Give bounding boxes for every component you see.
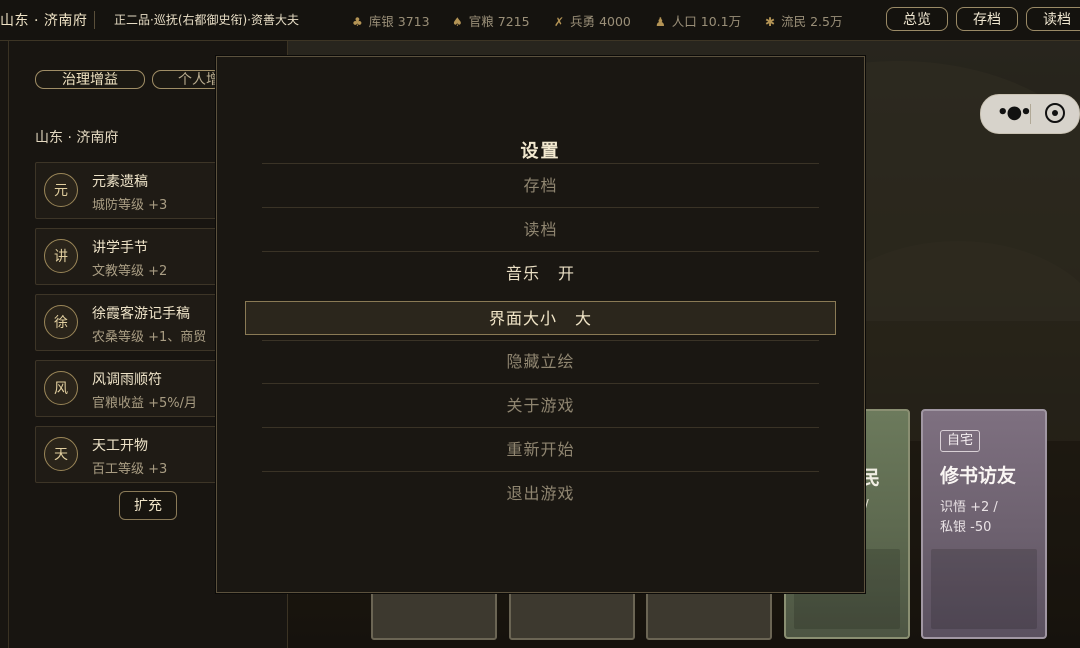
buff-effect: 城防等级 +3 xyxy=(92,198,168,213)
buff-effect: 百工等级 +3 xyxy=(92,462,168,477)
settings-title: 设置 xyxy=(520,141,561,162)
top-bar: 山东 · 济南府 正二品·巡抚(右都御史衔)·资善大夫 ♣ 库银 3713 ♠ 官粮… xyxy=(0,0,1080,41)
save-button[interactable]: 存档 xyxy=(956,7,1018,31)
official-rank: 正二品·巡抚(右都御史衔)·资善大夫 xyxy=(114,13,299,27)
settings-modal: 设置 存档 读档 音乐开 界面大小大 隐藏立绘 关于游戏 重新开始 退出游戏 xyxy=(216,56,865,593)
buff-name: 徐霞客游记手稿 xyxy=(92,306,190,322)
card-effect: 识悟 +2 / xyxy=(940,500,998,515)
buff-effect: 文教等级 +2 xyxy=(92,264,168,279)
buff-item[interactable]: 风 风调雨顺符 官粮收益 +5%/月 xyxy=(35,360,227,417)
buff-effect: 农桑等级 +1、商贸 xyxy=(92,330,207,345)
resource-population: ♟ 人口 10.1万 xyxy=(655,14,742,29)
menu-item-save[interactable]: 存档 xyxy=(245,169,836,203)
divider xyxy=(94,11,95,29)
menu-item-restart[interactable]: 重新开始 xyxy=(245,433,836,467)
menu-item-music[interactable]: 音乐开 xyxy=(245,257,836,291)
resource-soldiers: ✗ 兵勇 4000 xyxy=(554,14,631,29)
divider xyxy=(262,471,819,472)
card-artwork xyxy=(931,549,1037,629)
close-target-icon[interactable] xyxy=(1045,103,1065,123)
more-icon[interactable]: •●• xyxy=(997,102,1032,123)
action-card[interactable] xyxy=(371,590,497,640)
load-button[interactable]: 读档 xyxy=(1026,7,1080,31)
card-location-tag: 自宅 xyxy=(940,430,981,452)
silver-icon: ♣ xyxy=(352,15,363,29)
buff-badge-icon: 讲 xyxy=(44,239,78,273)
ui-size-value: 大 xyxy=(575,309,593,328)
resource-grain: ♠ 官粮 7215 xyxy=(452,14,530,29)
tab-governance[interactable]: 治理增益 xyxy=(35,70,145,89)
buff-item[interactable]: 讲 讲学手节 文教等级 +2 xyxy=(35,228,227,285)
action-card[interactable] xyxy=(509,590,635,640)
buff-name: 元素遗稿 xyxy=(92,174,148,190)
buff-effect: 官粮收益 +5%/月 xyxy=(92,396,198,411)
menu-item-exit[interactable]: 退出游戏 xyxy=(245,477,836,511)
action-card[interactable] xyxy=(646,590,772,640)
divider xyxy=(262,383,819,384)
refugee-icon: ✱ xyxy=(765,15,776,29)
overview-button[interactable]: 总览 xyxy=(886,7,948,31)
menu-item-hide-portrait[interactable]: 隐藏立绘 xyxy=(245,345,836,379)
expand-button[interactable]: 扩充 xyxy=(119,491,177,520)
menu-item-about[interactable]: 关于游戏 xyxy=(245,389,836,423)
capsule-divider xyxy=(1030,104,1031,124)
buff-badge-icon: 徐 xyxy=(44,305,78,339)
buff-badge-icon: 元 xyxy=(44,173,78,207)
divider xyxy=(262,427,819,428)
card-title: 修书访友 xyxy=(940,465,1017,487)
soldier-icon: ✗ xyxy=(554,15,565,29)
population-icon: ♟ xyxy=(655,15,666,29)
resource-refugees: ✱ 流民 2.5万 xyxy=(765,14,843,29)
panel-region-label: 山东 · 济南府 xyxy=(35,130,119,146)
buff-badge-icon: 风 xyxy=(44,371,78,405)
buff-name: 讲学手节 xyxy=(92,240,148,256)
grain-icon: ♠ xyxy=(452,15,463,29)
music-value: 开 xyxy=(558,264,576,283)
panel-edge-line xyxy=(8,41,9,648)
buff-item[interactable]: 徐 徐霞客游记手稿 农桑等级 +1、商贸 xyxy=(35,294,227,351)
card-effect: 私银 -50 xyxy=(940,520,992,535)
divider xyxy=(262,340,819,341)
miniprogram-capsule: •●• xyxy=(980,94,1080,134)
buff-item[interactable]: 天 天工开物 百工等级 +3 xyxy=(35,426,227,483)
tab-personal[interactable]: 个人增 xyxy=(152,70,222,89)
region-title: 山东 · 济南府 xyxy=(0,13,88,29)
menu-item-ui-size[interactable]: 界面大小大 xyxy=(245,301,836,335)
action-card-purple[interactable]: 自宅 修书访友 识悟 +2 / 私银 -50 xyxy=(921,409,1047,639)
divider xyxy=(262,207,819,208)
buff-item[interactable]: 元 元素遗稿 城防等级 +3 xyxy=(35,162,227,219)
divider xyxy=(262,163,819,164)
menu-item-load[interactable]: 读档 xyxy=(245,213,836,247)
buff-name: 天工开物 xyxy=(92,438,148,454)
resource-silver: ♣ 库银 3713 xyxy=(352,14,430,29)
buff-name: 风调雨顺符 xyxy=(92,372,162,388)
buff-badge-icon: 天 xyxy=(44,437,78,471)
divider xyxy=(262,251,819,252)
